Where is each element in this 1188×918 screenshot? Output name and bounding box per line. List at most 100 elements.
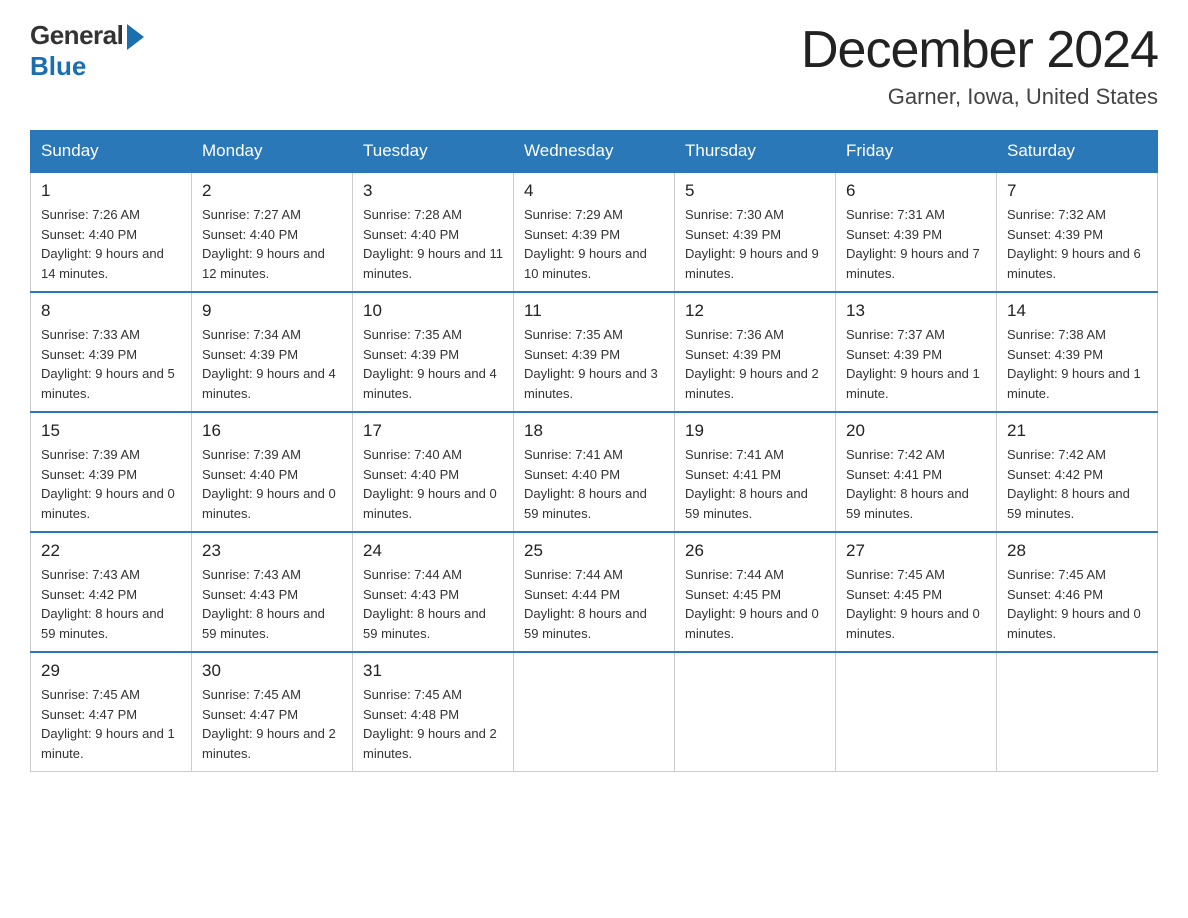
day-info: Sunrise: 7:27 AMSunset: 4:40 PMDaylight:… [202,205,342,283]
calendar-day-cell: 30 Sunrise: 7:45 AMSunset: 4:47 PMDayligh… [192,652,353,772]
logo: General Blue [30,20,144,82]
calendar-day-cell: 26 Sunrise: 7:44 AMSunset: 4:45 PMDayligh… [675,532,836,652]
day-number: 3 [363,181,503,201]
calendar-day-cell: 10 Sunrise: 7:35 AMSunset: 4:39 PMDayligh… [353,292,514,412]
day-number: 8 [41,301,181,321]
calendar-day-cell: 28 Sunrise: 7:45 AMSunset: 4:46 PMDayligh… [997,532,1158,652]
calendar-day-cell: 4Sunrise: 7:29 AMSunset: 4:39 PMDaylight… [514,172,675,292]
day-info: Sunrise: 7:43 AMSunset: 4:42 PMDaylight:… [41,565,181,643]
month-title: December 2024 [801,20,1158,80]
day-info: Sunrise: 7:32 AMSunset: 4:39 PMDaylight:… [1007,205,1147,283]
day-number: 1 [41,181,181,201]
page-header: General Blue December 2024 Garner, Iowa,… [30,20,1158,110]
day-number: 18 [524,421,664,441]
day-info: Sunrise: 7:40 AMSunset: 4:40 PMDaylight:… [363,445,503,523]
day-info: Sunrise: 7:44 AMSunset: 4:43 PMDaylight:… [363,565,503,643]
day-info: Sunrise: 7:30 AMSunset: 4:39 PMDaylight:… [685,205,825,283]
day-number: 13 [846,301,986,321]
calendar-day-cell: 24 Sunrise: 7:44 AMSunset: 4:43 PMDayligh… [353,532,514,652]
calendar-day-cell: 19Sunrise: 7:41 AMSunset: 4:41 PMDayligh… [675,412,836,532]
calendar-week-row: 8 Sunrise: 7:33 AMSunset: 4:39 PMDaylight… [31,292,1158,412]
day-number: 23 [202,541,342,561]
calendar-day-cell: 8 Sunrise: 7:33 AMSunset: 4:39 PMDaylight… [31,292,192,412]
day-info: Sunrise: 7:34 AMSunset: 4:39 PMDaylight:… [202,325,342,403]
day-info: Sunrise: 7:35 AMSunset: 4:39 PMDaylight:… [363,325,503,403]
day-info: Sunrise: 7:39 AMSunset: 4:39 PMDaylight:… [41,445,181,523]
calendar-day-cell: 18 Sunrise: 7:41 AMSunset: 4:40 PMDayligh… [514,412,675,532]
calendar-day-cell: 25Sunrise: 7:44 AMSunset: 4:44 PMDayligh… [514,532,675,652]
calendar-day-cell [675,652,836,772]
day-number: 30 [202,661,342,681]
day-number: 6 [846,181,986,201]
day-number: 29 [41,661,181,681]
day-info: Sunrise: 7:39 AMSunset: 4:40 PMDaylight:… [202,445,342,523]
day-number: 11 [524,301,664,321]
calendar-day-cell [514,652,675,772]
col-monday: Monday [192,131,353,173]
logo-blue-text: Blue [30,51,86,82]
day-info: Sunrise: 7:28 AMSunset: 4:40 PMDaylight:… [363,205,503,283]
calendar-day-cell: 21 Sunrise: 7:42 AMSunset: 4:42 PMDayligh… [997,412,1158,532]
day-info: Sunrise: 7:45 AMSunset: 4:45 PMDaylight:… [846,565,986,643]
calendar-day-cell: 5Sunrise: 7:30 AMSunset: 4:39 PMDaylight… [675,172,836,292]
day-number: 17 [363,421,503,441]
calendar-day-cell: 27 Sunrise: 7:45 AMSunset: 4:45 PMDayligh… [836,532,997,652]
logo-general-text: General [30,20,144,51]
day-info: Sunrise: 7:26 AMSunset: 4:40 PMDaylight:… [41,205,181,283]
day-number: 12 [685,301,825,321]
col-wednesday: Wednesday [514,131,675,173]
location-title: Garner, Iowa, United States [801,84,1158,110]
day-info: Sunrise: 7:45 AMSunset: 4:46 PMDaylight:… [1007,565,1147,643]
day-info: Sunrise: 7:45 AMSunset: 4:48 PMDaylight:… [363,685,503,763]
day-number: 24 [363,541,503,561]
calendar-header-row: Sunday Monday Tuesday Wednesday Thursday… [31,131,1158,173]
calendar-day-cell: 23 Sunrise: 7:43 AMSunset: 4:43 PMDayligh… [192,532,353,652]
calendar-day-cell: 12 Sunrise: 7:36 AMSunset: 4:39 PMDayligh… [675,292,836,412]
calendar-day-cell: 13 Sunrise: 7:37 AMSunset: 4:39 PMDayligh… [836,292,997,412]
calendar-day-cell [997,652,1158,772]
day-info: Sunrise: 7:31 AMSunset: 4:39 PMDaylight:… [846,205,986,283]
day-number: 21 [1007,421,1147,441]
day-info: Sunrise: 7:41 AMSunset: 4:41 PMDaylight:… [685,445,825,523]
day-number: 15 [41,421,181,441]
calendar-day-cell: 7Sunrise: 7:32 AMSunset: 4:39 PMDaylight… [997,172,1158,292]
calendar-day-cell: 6 Sunrise: 7:31 AMSunset: 4:39 PMDaylight… [836,172,997,292]
col-friday: Friday [836,131,997,173]
day-number: 4 [524,181,664,201]
col-sunday: Sunday [31,131,192,173]
day-number: 16 [202,421,342,441]
calendar-day-cell: 29Sunrise: 7:45 AMSunset: 4:47 PMDayligh… [31,652,192,772]
day-info: Sunrise: 7:41 AMSunset: 4:40 PMDaylight:… [524,445,664,523]
day-info: Sunrise: 7:45 AMSunset: 4:47 PMDaylight:… [202,685,342,763]
day-number: 10 [363,301,503,321]
day-info: Sunrise: 7:44 AMSunset: 4:45 PMDaylight:… [685,565,825,643]
day-info: Sunrise: 7:36 AMSunset: 4:39 PMDaylight:… [685,325,825,403]
day-info: Sunrise: 7:33 AMSunset: 4:39 PMDaylight:… [41,325,181,403]
day-info: Sunrise: 7:42 AMSunset: 4:42 PMDaylight:… [1007,445,1147,523]
calendar-day-cell: 17 Sunrise: 7:40 AMSunset: 4:40 PMDayligh… [353,412,514,532]
calendar-day-cell: 3 Sunrise: 7:28 AMSunset: 4:40 PMDaylight… [353,172,514,292]
calendar-day-cell: 15 Sunrise: 7:39 AMSunset: 4:39 PMDayligh… [31,412,192,532]
day-info: Sunrise: 7:43 AMSunset: 4:43 PMDaylight:… [202,565,342,643]
title-block: December 2024 Garner, Iowa, United State… [801,20,1158,110]
day-info: Sunrise: 7:37 AMSunset: 4:39 PMDaylight:… [846,325,986,403]
col-saturday: Saturday [997,131,1158,173]
calendar-day-cell: 16 Sunrise: 7:39 AMSunset: 4:40 PMDayligh… [192,412,353,532]
col-tuesday: Tuesday [353,131,514,173]
calendar-day-cell: 31 Sunrise: 7:45 AMSunset: 4:48 PMDayligh… [353,652,514,772]
day-number: 31 [363,661,503,681]
day-number: 22 [41,541,181,561]
calendar-week-row: 1 Sunrise: 7:26 AMSunset: 4:40 PMDaylight… [31,172,1158,292]
day-info: Sunrise: 7:38 AMSunset: 4:39 PMDaylight:… [1007,325,1147,403]
calendar-week-row: 29 Sunrise: 7:45 AMSunset: 4:47 PMDayligh… [31,652,1158,772]
day-number: 2 [202,181,342,201]
day-number: 20 [846,421,986,441]
day-info: Sunrise: 7:42 AMSunset: 4:41 PMDaylight:… [846,445,986,523]
day-number: 14 [1007,301,1147,321]
day-number: 27 [846,541,986,561]
day-info: Sunrise: 7:44 AMSunset: 4:44 PMDaylight:… [524,565,664,643]
day-number: 26 [685,541,825,561]
day-number: 28 [1007,541,1147,561]
day-number: 9 [202,301,342,321]
calendar-body: 1 Sunrise: 7:26 AMSunset: 4:40 PMDaylight… [31,172,1158,772]
